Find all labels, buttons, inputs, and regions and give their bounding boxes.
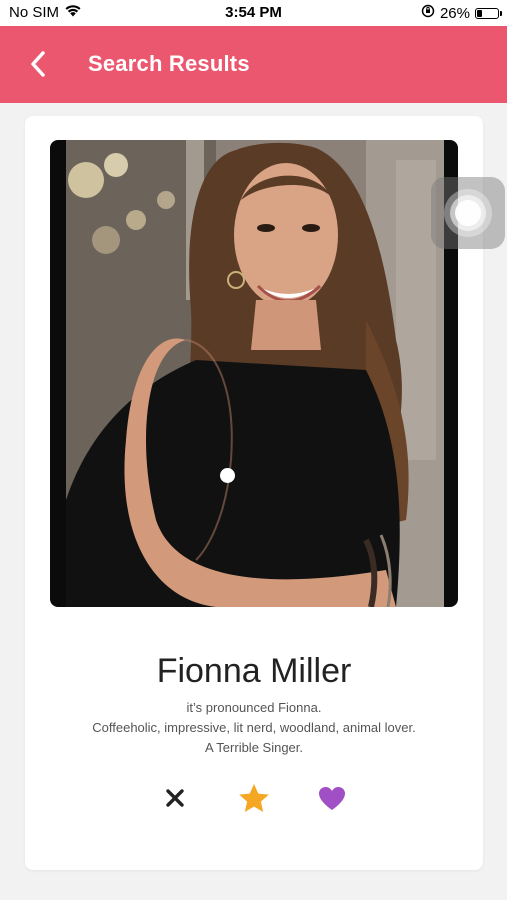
carousel-page-dot[interactable] xyxy=(220,468,235,483)
profile-bio: it’s pronounced Fionna. Coffeeholic, imp… xyxy=(25,698,483,758)
assistive-touch-core xyxy=(455,200,481,226)
close-icon xyxy=(166,789,184,807)
assistive-touch-ring xyxy=(450,195,486,231)
status-bar: No SIM 3:54 PM 26% xyxy=(0,0,507,26)
bio-line: it’s pronounced Fionna. xyxy=(186,700,322,715)
like-button[interactable] xyxy=(314,780,350,816)
back-button[interactable] xyxy=(20,46,56,82)
orientation-lock-icon xyxy=(421,4,435,22)
battery-percent: 26% xyxy=(439,4,470,22)
profile-card: Fionna Miller it’s pronounced Fionna. Co… xyxy=(25,116,483,870)
profile-actions xyxy=(25,780,483,816)
profile-photo xyxy=(66,140,444,607)
photo-illustration xyxy=(66,140,444,607)
app-header: Search Results xyxy=(0,26,507,103)
bio-line: A Terrible Singer. xyxy=(204,740,304,755)
page-title: Search Results xyxy=(88,51,250,76)
dislike-button[interactable] xyxy=(157,780,193,816)
chevron-left-icon xyxy=(31,51,45,77)
profile-name: Fionna Miller xyxy=(156,652,352,690)
assistive-touch-button[interactable] xyxy=(431,177,505,249)
photo-carousel[interactable] xyxy=(50,140,458,607)
star-icon xyxy=(239,783,269,812)
status-right: 26% xyxy=(421,4,502,22)
battery-fill xyxy=(477,9,482,17)
bio-line: Coffeeholic, impressive, lit nerd, woodl… xyxy=(92,720,416,735)
heart-icon xyxy=(319,786,345,810)
battery-icon xyxy=(475,7,502,19)
super-like-button[interactable] xyxy=(236,780,272,816)
assistive-touch-icon xyxy=(444,189,492,237)
